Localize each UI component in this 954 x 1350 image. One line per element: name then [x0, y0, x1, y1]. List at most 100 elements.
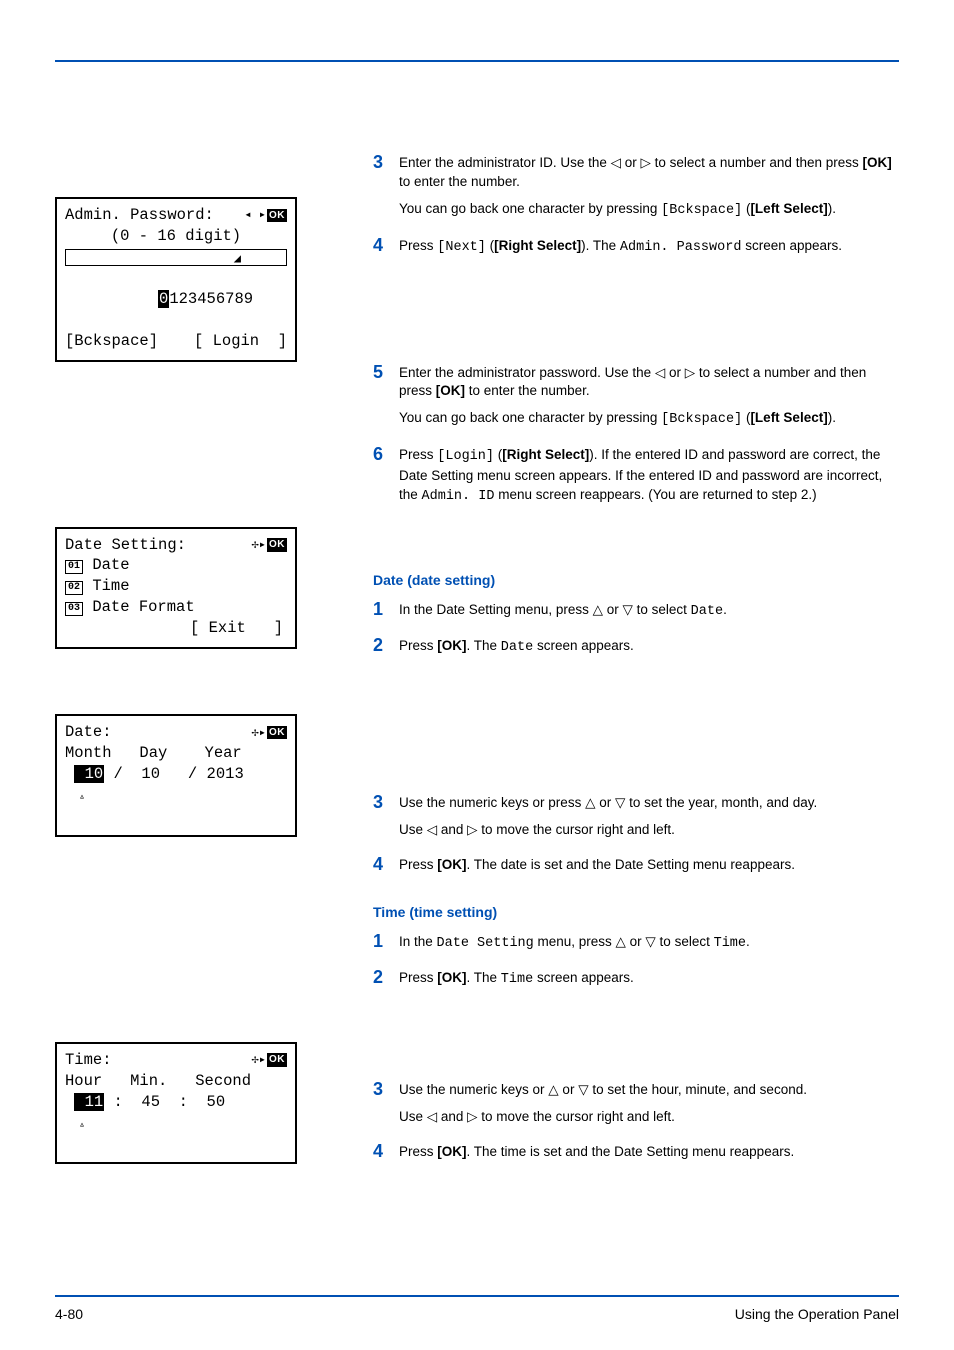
date-rest: / 10 / 2013: [104, 765, 244, 783]
step-num: 4: [373, 1141, 399, 1170]
text: .: [723, 602, 727, 617]
nav-ok-icon: ✢▸OK: [252, 1053, 287, 1067]
time-step-2: 2 Press [OK]. The Time screen appears.: [373, 967, 899, 998]
time-step-3: 3 Use the numeric keys or △ or ▽ to set …: [373, 1079, 899, 1135]
nav-ok-icon: ✢▸OK: [252, 726, 287, 740]
text: Use ◁ and ▷ to move the cursor right and…: [399, 821, 899, 840]
nav-ok-icon: ✢▸OK: [252, 538, 287, 552]
text: You can go back one character by pressin…: [399, 201, 661, 216]
text: screen appears.: [741, 238, 842, 253]
menu-label: Date Format: [83, 598, 195, 616]
text: screen appears.: [533, 970, 634, 985]
text: Press: [399, 970, 437, 985]
date-step-4: 4 Press [OK]. The date is set and the Da…: [373, 854, 899, 883]
lcd-title: Admin. Password:: [65, 205, 214, 226]
softkey-right: [ Login ]: [194, 331, 287, 352]
header-rule: [55, 60, 899, 62]
date-header: Month Day Year: [65, 743, 287, 764]
text-bold: [OK]: [862, 155, 891, 170]
text-bold: [Right Select]: [502, 447, 589, 462]
text-mono: [Bckspace]: [661, 203, 742, 218]
text-mono: [Login]: [437, 449, 494, 464]
text: In the Date Setting menu, press △ or ▽ t…: [399, 602, 691, 617]
page-number: 4-80: [55, 1305, 83, 1325]
text-mono: Admin. Password: [620, 240, 742, 255]
text: Press: [399, 238, 437, 253]
text: . The: [467, 970, 501, 985]
lcd-hint: (0 - 16 digit): [65, 226, 287, 247]
step-num: 3: [373, 1079, 399, 1135]
menu-num: 01: [65, 560, 83, 574]
text: Press: [399, 1144, 437, 1159]
menu-num: 03: [65, 602, 83, 616]
step-5: 5 Enter the administrator password. Use …: [373, 362, 899, 439]
time-step-4: 4 Press [OK]. The time is set and the Da…: [373, 1141, 899, 1170]
menu-label: Time: [83, 577, 130, 595]
text-mono: [Next]: [437, 240, 486, 255]
step-4a: 4 Press [Next] ([Right Select]). The Adm…: [373, 235, 899, 266]
text: Press: [399, 857, 437, 872]
text-bold: [OK]: [437, 857, 466, 872]
text: Press: [399, 638, 437, 653]
text: . The: [467, 638, 501, 653]
step-num: 2: [373, 635, 399, 666]
softkey-left: [Bckspace]: [65, 331, 158, 352]
date-step-3: 3 Use the numeric keys or press △ or ▽ t…: [373, 792, 899, 848]
section-date-heading: Date (date setting): [373, 571, 899, 591]
text: In the: [399, 934, 437, 949]
digit-highlight: 0: [158, 290, 169, 308]
cursor-icon: ◢: [234, 251, 241, 267]
section-time-heading: Time (time setting): [373, 903, 899, 923]
date-month-highlight: 10: [74, 765, 104, 783]
text: Use ◁ and ▷ to move the cursor right and…: [399, 1108, 899, 1127]
lcd-input-box: ◢: [65, 249, 287, 266]
text-mono: Time: [501, 972, 533, 987]
text-mono: Date: [501, 640, 533, 655]
lcd-admin-password: Admin. Password: ◂ ▸OK (0 - 16 digit) ◢ …: [55, 197, 297, 362]
text: to enter the number.: [399, 174, 520, 189]
digit-list: 123456789: [169, 290, 253, 308]
lcd-title: Date:: [65, 722, 112, 743]
text-bold: [OK]: [437, 1144, 466, 1159]
text-bold: [Left Select]: [750, 201, 827, 216]
text-bold: [OK]: [437, 638, 466, 653]
step-num: 6: [373, 444, 399, 515]
step-num: 4: [373, 854, 399, 883]
text-bold: [OK]: [436, 383, 465, 398]
footer: 4-80 Using the Operation Panel: [55, 1295, 899, 1325]
text-mono: Date Setting: [437, 936, 534, 951]
text: Use the numeric keys or press △ or ▽ to …: [399, 794, 899, 813]
text: to enter the number.: [465, 383, 590, 398]
text: .: [746, 934, 750, 949]
text: ). The: [581, 238, 620, 253]
lcd-title: Date Setting:: [65, 535, 186, 556]
lcd-date: Date: ✢▸OK Month Day Year 10 / 10 / 2013…: [55, 714, 297, 837]
step-num: 3: [373, 152, 399, 229]
text-mono: Date: [691, 604, 723, 619]
text-bold: [Left Select]: [750, 410, 827, 425]
date-step-2: 2 Press [OK]. The Date screen appears.: [373, 635, 899, 666]
text-bold: [OK]: [437, 970, 466, 985]
time-header: Hour Min. Second: [65, 1071, 287, 1092]
step-num: 2: [373, 967, 399, 998]
text: Enter the administrator ID. Use the ◁ or…: [399, 155, 862, 170]
footer-label: Using the Operation Panel: [735, 1305, 899, 1325]
lcd-time: Time: ✢▸OK Hour Min. Second 11 : 45 : 50…: [55, 1042, 297, 1165]
step-6: 6 Press [Login] ([Right Select]). If the…: [373, 444, 899, 515]
step-num: 1: [373, 931, 399, 962]
step-num: 3: [373, 792, 399, 848]
text: You can go back one character by pressin…: [399, 410, 661, 425]
text: Use the numeric keys or △ or ▽ to set th…: [399, 1081, 899, 1100]
text: . The time is set and the Date Setting m…: [467, 1144, 795, 1159]
text: Press: [399, 447, 437, 462]
text-mono: Admin. ID: [422, 489, 495, 504]
step-3a: 3 Enter the administrator ID. Use the ◁ …: [373, 152, 899, 229]
text: menu, press △ or ▽ to select: [534, 934, 714, 949]
time-rest: : 45 : 50: [104, 1093, 225, 1111]
lcd-title: Time:: [65, 1050, 112, 1071]
text: (: [494, 447, 502, 462]
time-hour-highlight: 11: [74, 1093, 104, 1111]
softkey-exit: [ Exit ]: [65, 618, 287, 639]
text-bold: [Right Select]: [494, 238, 581, 253]
text: ).: [828, 410, 836, 425]
